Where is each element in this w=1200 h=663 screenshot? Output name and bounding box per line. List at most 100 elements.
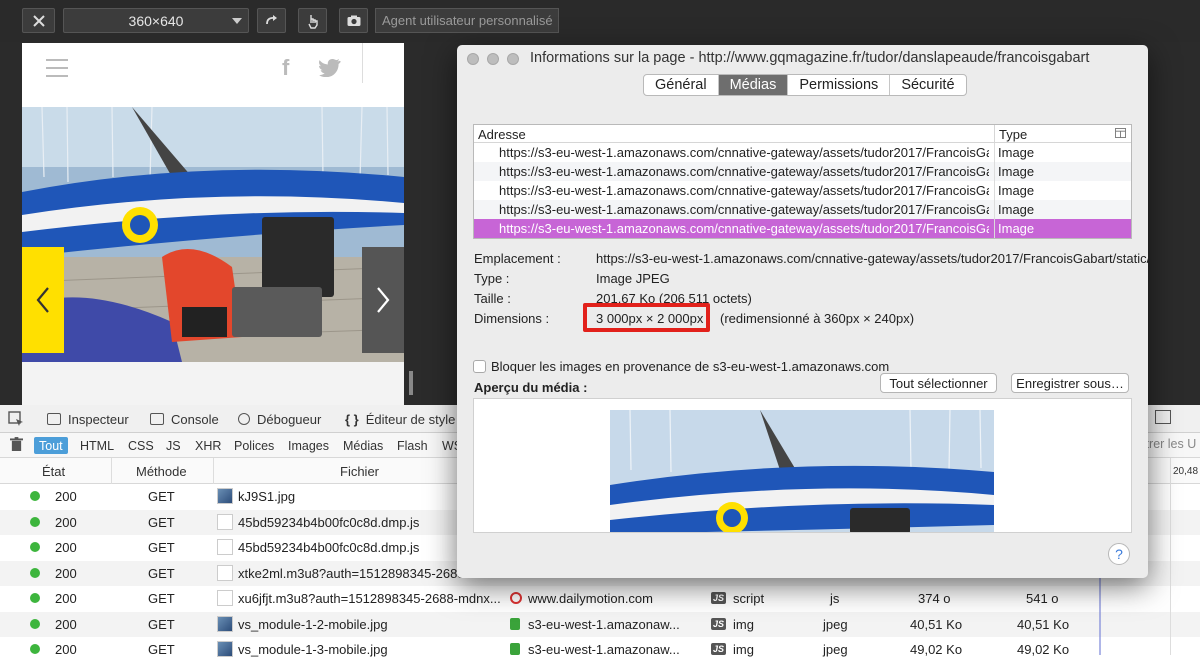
row-method: GET [148,591,175,606]
tab-editeur-style-label: Éditeur de style [365,411,456,427]
trash-icon[interactable] [10,437,23,452]
user-agent-input[interactable]: Agent utilisateur personnalisé [375,8,559,33]
hamburger-menu-icon[interactable] [46,59,68,77]
window-zoom-button[interactable] [507,53,519,65]
row-method: GET [148,616,175,632]
carousel-next-button[interactable] [362,247,404,353]
tab-permissions[interactable]: Permissions [788,75,891,95]
tab-inspecteur[interactable]: Inspecteur [47,405,129,433]
col-type[interactable]: Type [999,127,1027,142]
status-dot-icon [30,491,40,501]
url-filter-input[interactable]: iltrer les U [1140,437,1196,451]
filter-medias[interactable]: Médias [338,437,388,454]
console-icon [150,413,164,425]
inspector-icon [47,413,61,425]
media-url: https://s3-eu-west-1.amazonaws.com/cnnat… [499,183,989,198]
row-file: vs_module-1-2-mobile.jpg [238,616,388,632]
row-status: 200 [55,565,77,581]
dimensions-label: Dimensions : [474,311,550,326]
tab-securite[interactable]: Sécurité [890,75,965,95]
carousel-prev-button[interactable] [22,247,64,353]
window-minimize-button[interactable] [487,53,499,65]
filter-html[interactable]: HTML [75,437,119,454]
col-adresse[interactable]: Adresse [478,127,526,142]
status-dot-icon [30,644,40,654]
tab-debogueur[interactable]: Débogueur [238,405,321,433]
row-status: 200 [55,616,77,632]
tab-console[interactable]: Console [150,405,219,433]
column-picker-icon[interactable] [1115,128,1126,138]
help-button[interactable]: ? [1108,543,1130,565]
window-close-button[interactable] [467,53,479,65]
close-responsive-button[interactable] [22,8,55,33]
media-list-header: Adresse Type [474,125,1131,143]
mobile-viewport: f [22,43,404,405]
touch-simulation-button[interactable] [298,8,327,33]
screenshot-button[interactable] [339,8,368,33]
file-thumbnail-icon [217,615,233,632]
tab-inspecteur-label: Inspecteur [68,411,129,427]
device-size-select[interactable]: 360×640 [63,8,249,33]
tab-medias[interactable]: Médias [718,75,789,95]
block-images-checkbox[interactable] [473,360,486,373]
rotate-button[interactable] [257,8,286,33]
col-etat[interactable]: État [42,464,65,479]
type-value: Image JPEG [596,271,670,286]
dimensions-highlight-box [583,303,710,332]
row-status: 200 [55,591,77,606]
preview-image [610,410,994,532]
filter-xhr[interactable]: XHR [190,437,226,454]
media-list-row[interactable]: https://s3-eu-west-1.amazonaws.com/cnnat… [474,162,1131,181]
media-url: https://s3-eu-west-1.amazonaws.com/cnnat… [499,202,989,217]
rotate-icon [265,14,277,24]
tab-console-label: Console [171,411,219,427]
media-type: Image [998,183,1035,198]
js-badge-icon: JS [711,592,727,604]
braces-icon: { } [345,411,359,427]
filter-flash[interactable]: Flash [392,437,433,454]
filter-images[interactable]: Images [283,437,334,454]
row-status: 200 [55,514,77,530]
table-row[interactable]: 200 GET vs_module-1-3-mobile.jpg s3-eu-west… [0,637,1200,663]
media-list-row[interactable]: https://s3-eu-west-1.amazonaws.com/cnnat… [474,200,1131,219]
row-cause: img [733,616,754,632]
element-picker-button[interactable] [8,405,24,433]
taille-label: Taille : [474,291,511,306]
boat-photo [22,107,404,362]
row-type: jpeg [823,616,848,632]
viewport-resize-handle[interactable] [409,371,413,395]
chevron-right-icon [377,287,390,313]
debugger-icon [238,413,250,425]
media-list-row[interactable]: https://s3-eu-west-1.amazonaws.com/cnnat… [474,143,1131,162]
row-file: xtke2ml.m3u8?auth=1512898345-2688 [238,565,465,581]
facebook-icon[interactable]: f [282,55,289,81]
twitter-icon[interactable] [319,57,341,83]
media-list-row[interactable]: https://s3-eu-west-1.amazonaws.com/cnnat… [474,219,1131,238]
media-type: Image [998,202,1035,217]
tab-editeur-style[interactable]: { } Éditeur de style [345,405,455,433]
emplacement-value: https://s3-eu-west-1.amazonaws.com/cnnat… [596,251,1148,266]
row-cause: script [733,591,765,606]
filter-polices[interactable]: Polices [229,437,279,454]
status-dot-icon [30,567,40,578]
site-header: f [22,43,404,107]
col-methode[interactable]: Méthode [136,464,187,479]
tab-general[interactable]: Général [644,75,719,95]
tab-debogueur-label: Débogueur [257,411,322,427]
select-all-button[interactable]: Tout sélectionner [880,373,997,393]
preview-label: Aperçu du média : [474,380,588,395]
table-row[interactable]: 200 GET xu6jfjt.m3u8?auth=1512898345-2688-… [0,586,1200,612]
table-row[interactable]: 200 GET vs_module-1-2-mobile.jpg s3-eu-west… [0,611,1200,637]
media-url: https://s3-eu-west-1.amazonaws.com/cnnat… [499,164,989,179]
filter-css[interactable]: CSS [123,437,159,454]
filter-js[interactable]: JS [161,437,186,454]
dialog-tabs: Général Médias Permissions Sécurité [643,74,967,96]
file-thumbnail-icon [217,513,233,530]
block-images-label: Bloquer les images en provenance de s3-e… [491,359,890,374]
filter-tout[interactable]: Tout [34,437,68,454]
save-as-button[interactable]: Enregistrer sous… [1011,373,1129,393]
media-type: Image [998,221,1035,236]
dock-layout-icon[interactable] [1155,410,1171,424]
col-fichier[interactable]: Fichier [340,464,379,479]
media-list-row[interactable]: https://s3-eu-west-1.amazonaws.com/cnnat… [474,181,1131,200]
